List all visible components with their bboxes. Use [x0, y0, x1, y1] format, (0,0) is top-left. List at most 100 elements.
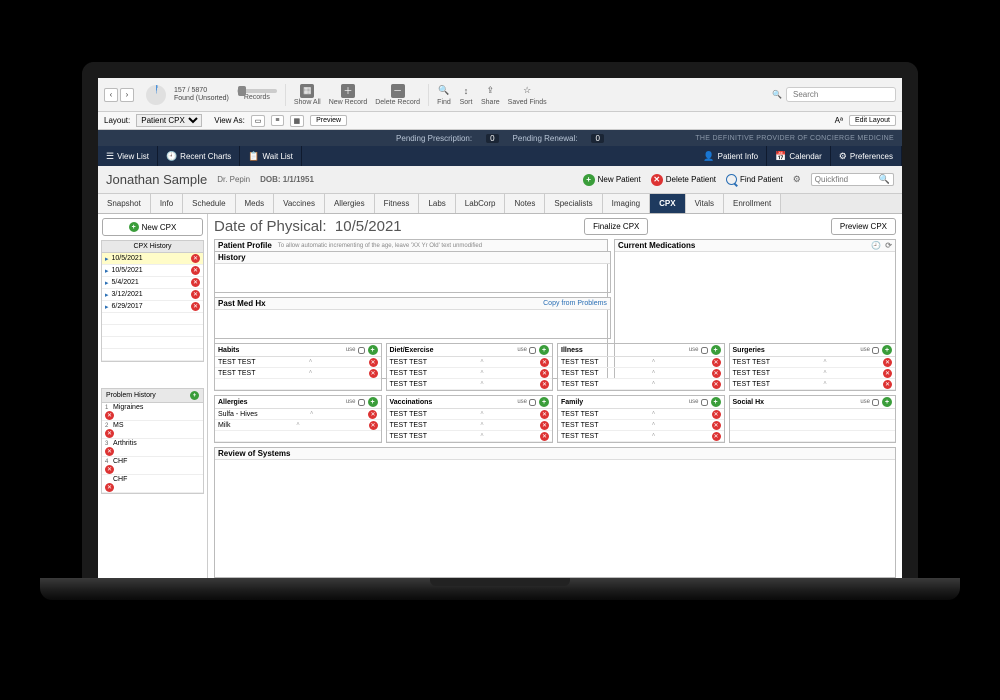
cpx-history-item[interactable]: ▸3/12/2021✕ [102, 289, 203, 301]
family-delete-button[interactable]: ✕ [712, 410, 721, 419]
delete-record-button[interactable]: －Delete Record [375, 84, 420, 106]
delete-cpx-button[interactable]: ✕ [191, 290, 200, 299]
delete-problem-button[interactable]: ✕ [105, 411, 114, 420]
tab-schedule[interactable]: Schedule [183, 194, 235, 213]
surgeries-delete-button[interactable]: ✕ [883, 358, 892, 367]
allergies-delete-button[interactable]: ✕ [369, 421, 378, 430]
finalize-cpx-button[interactable]: Finalize CPX [584, 218, 648, 235]
allergies-add-button[interactable]: + [368, 397, 378, 407]
prev-record-button[interactable]: ‹ [104, 88, 118, 102]
habits-add-button[interactable]: + [368, 345, 378, 355]
clock-icon[interactable]: 🕘 [871, 241, 881, 250]
delete-problem-button[interactable]: ✕ [105, 483, 114, 492]
allergies-item[interactable]: Milk˄✕ [215, 420, 381, 431]
family-item[interactable]: TEST TEST˄✕ [558, 409, 724, 420]
new-patient-button[interactable]: +New Patient [583, 174, 641, 186]
family-item[interactable]: TEST TEST˄✕ [558, 420, 724, 431]
diet-add-button[interactable]: + [539, 345, 549, 355]
social-add-button[interactable]: + [882, 397, 892, 407]
vaccinations-item[interactable]: TEST TEST˄✕ [387, 420, 553, 431]
diet-item[interactable]: TEST TEST˄✕ [387, 379, 553, 390]
tab-labs[interactable]: Labs [419, 194, 455, 213]
saved-finds-button[interactable]: ☆Saved Finds [508, 84, 547, 106]
cpx-history-item[interactable]: ▸6/29/2017✕ [102, 301, 203, 313]
tab-notes[interactable]: Notes [505, 194, 545, 213]
find-patient-button[interactable]: Find Patient [726, 174, 783, 185]
problem-item[interactable]: 1Migraines✕ [102, 403, 203, 421]
next-record-button[interactable]: › [120, 88, 134, 102]
tab-enrollment[interactable]: Enrollment [724, 194, 781, 213]
family-use-checkbox[interactable] [701, 399, 708, 406]
tab-labcorp[interactable]: LabCorp [456, 194, 506, 213]
allergies-use-checkbox[interactable] [358, 399, 365, 406]
habits-delete-button[interactable]: ✕ [369, 369, 378, 378]
delete-cpx-button[interactable]: ✕ [191, 266, 200, 275]
cpx-history-item[interactable]: ▸10/5/2021✕ [102, 265, 203, 277]
diet-delete-button[interactable]: ✕ [540, 380, 549, 389]
illness-item[interactable]: TEST TEST˄✕ [558, 357, 724, 368]
social-item[interactable] [730, 409, 896, 420]
history-body[interactable] [215, 264, 610, 292]
problem-item[interactable]: 3Arthritis✕ [102, 439, 203, 457]
allergies-item[interactable]: Sulfa - Hives˄✕ [215, 409, 381, 420]
nav-wait-list[interactable]: 📋Wait List [240, 146, 302, 166]
edit-layout-button[interactable]: Edit Layout [849, 115, 896, 126]
surgeries-delete-button[interactable]: ✕ [883, 369, 892, 378]
tab-fitness[interactable]: Fitness [375, 194, 420, 213]
allergies-item[interactable] [215, 431, 381, 442]
tab-cpx[interactable]: CPX [650, 194, 685, 213]
surgeries-item[interactable]: TEST TEST˄✕ [730, 357, 896, 368]
illness-delete-button[interactable]: ✕ [712, 358, 721, 367]
delete-problem-button[interactable]: ✕ [105, 447, 114, 456]
records-slider[interactable]: Records [237, 89, 277, 101]
illness-add-button[interactable]: + [711, 345, 721, 355]
family-delete-button[interactable]: ✕ [712, 432, 721, 441]
vaccinations-item[interactable]: TEST TEST˄✕ [387, 409, 553, 420]
social-use-checkbox[interactable] [872, 399, 879, 406]
nav-preferences[interactable]: ⚙Preferences [831, 146, 902, 166]
family-item[interactable]: TEST TEST˄✕ [558, 431, 724, 442]
surgeries-use-checkbox[interactable] [872, 347, 879, 354]
tab-snapshot[interactable]: Snapshot [98, 194, 151, 213]
illness-item[interactable]: TEST TEST˄✕ [558, 368, 724, 379]
sort-button[interactable]: ↕Sort [459, 84, 473, 106]
habits-delete-button[interactable]: ✕ [369, 358, 378, 367]
illness-use-checkbox[interactable] [701, 347, 708, 354]
diet-use-checkbox[interactable] [529, 347, 536, 354]
new-cpx-button[interactable]: +New CPX [102, 218, 203, 236]
delete-patient-button[interactable]: ✕Delete Patient [651, 174, 716, 186]
surgeries-delete-button[interactable]: ✕ [883, 380, 892, 389]
vaccinations-delete-button[interactable]: ✕ [540, 421, 549, 430]
delete-problem-button[interactable]: ✕ [105, 465, 114, 474]
tab-imaging[interactable]: Imaging [603, 194, 650, 213]
vaccinations-delete-button[interactable]: ✕ [540, 410, 549, 419]
surgeries-item[interactable]: TEST TEST˄✕ [730, 379, 896, 390]
copy-from-problems-link[interactable]: Copy from Problems [543, 300, 607, 307]
preview-button[interactable]: Preview [310, 115, 347, 126]
surgeries-item[interactable]: TEST TEST˄✕ [730, 368, 896, 379]
layout-select[interactable]: Patient CPX [136, 114, 202, 127]
illness-delete-button[interactable]: ✕ [712, 380, 721, 389]
problem-item[interactable]: CHF✕ [102, 475, 203, 493]
view-form-button[interactable]: ▭ [251, 115, 266, 127]
vaccinations-use-checkbox[interactable] [529, 399, 536, 406]
text-format-button[interactable]: Aª [835, 116, 843, 125]
nav-calendar[interactable]: 📅Calendar [767, 146, 831, 166]
past-med-hx-body[interactable] [215, 310, 610, 338]
habits-item[interactable]: TEST TEST˄✕ [215, 357, 381, 368]
view-table-button[interactable]: ▦ [290, 115, 305, 127]
habits-item[interactable] [215, 379, 381, 390]
habits-use-checkbox[interactable] [358, 347, 365, 354]
tab-vitals[interactable]: Vitals [686, 194, 724, 213]
diet-delete-button[interactable]: ✕ [540, 358, 549, 367]
delete-cpx-button[interactable]: ✕ [191, 278, 200, 287]
view-list-button[interactable]: ≡ [271, 115, 283, 126]
illness-delete-button[interactable]: ✕ [712, 369, 721, 378]
refresh-icon[interactable]: ⟳ [885, 241, 892, 250]
surgeries-add-button[interactable]: + [882, 345, 892, 355]
show-all-button[interactable]: ▦Show All [294, 84, 321, 106]
quickfind-input[interactable] [815, 175, 879, 184]
nav-patient-info[interactable]: 👤Patient Info [695, 146, 767, 166]
delete-problem-button[interactable]: ✕ [105, 429, 114, 438]
vaccinations-add-button[interactable]: + [539, 397, 549, 407]
